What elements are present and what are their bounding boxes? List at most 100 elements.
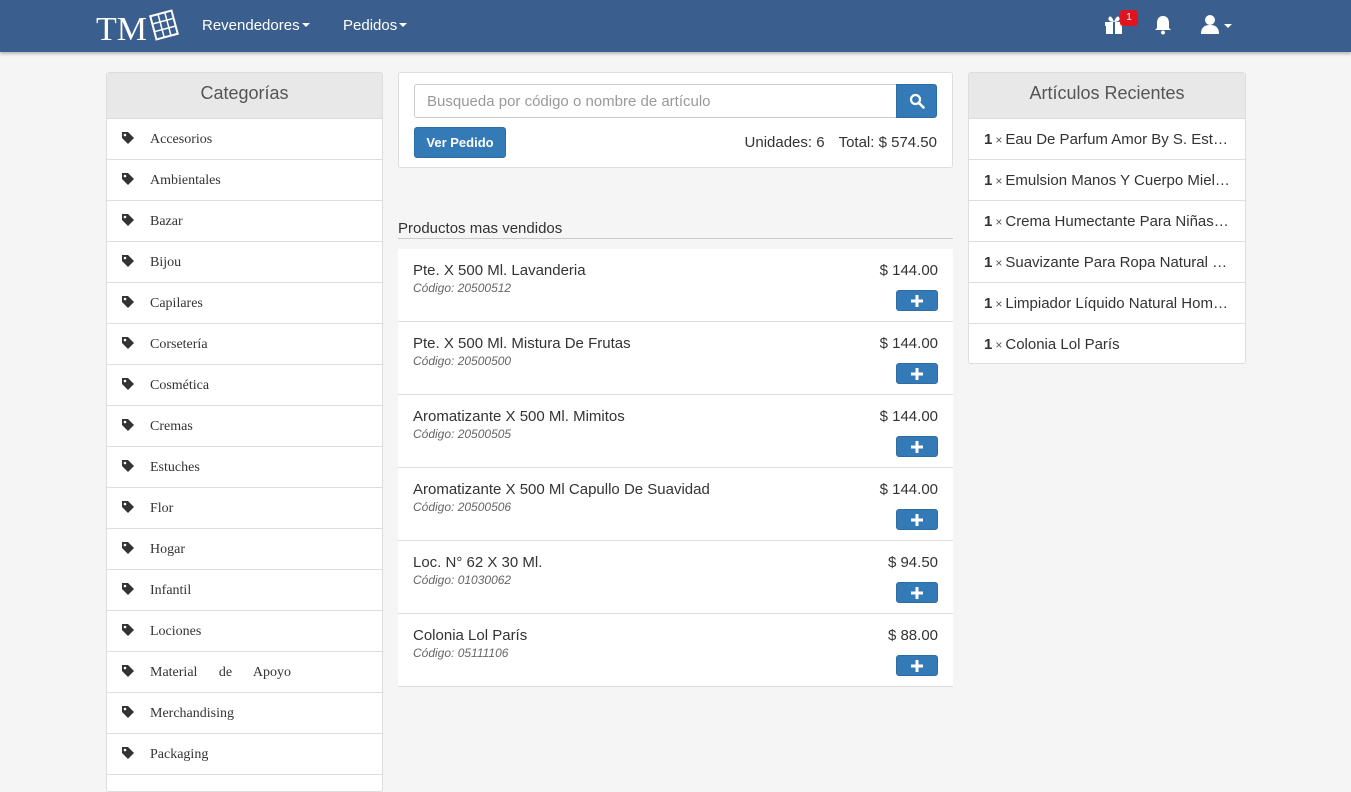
plus-icon: [911, 295, 923, 307]
product-name: Pte. X 500 Ml. Mistura De Frutas: [413, 335, 631, 352]
caret-down-icon: [1224, 24, 1232, 28]
add-to-order-button[interactable]: [896, 363, 938, 384]
category-label: Cremas: [150, 419, 193, 434]
category-item[interactable]: Estuches: [107, 447, 382, 488]
recent-item[interactable]: 1×Emulsion Manos Y Cuerpo Miel Y Avena: [969, 160, 1245, 201]
category-label: Packaging: [150, 747, 209, 762]
tag-icon: [121, 418, 135, 437]
search-input[interactable]: [414, 84, 897, 118]
product-price: $ 144.00: [879, 335, 938, 352]
category-item[interactable]: Cosmética: [107, 365, 382, 406]
plus-icon: [911, 441, 923, 453]
best-sellers-title: Productos mas vendidos: [398, 220, 953, 239]
bell-icon[interactable]: [1154, 15, 1172, 40]
plus-icon: [911, 660, 923, 672]
category-item[interactable]: Hogar: [107, 529, 382, 570]
tag-icon: [121, 664, 135, 683]
recent-item[interactable]: 1×Limpiador Líquido Natural Home Pisos: [969, 283, 1245, 324]
gift-count-badge: 1: [1120, 10, 1138, 26]
category-item[interactable]: Bazar: [107, 201, 382, 242]
product-code: Código: 05111106: [413, 646, 509, 660]
product-code: Código: 01030062: [413, 573, 512, 587]
search-button[interactable]: [896, 84, 937, 118]
recent-items-panel: Artículos Recientes 1 × Eau De Parfum Amor…: [968, 72, 1246, 364]
category-label: Flor: [150, 501, 174, 516]
tag-icon: [121, 500, 135, 519]
menu-pedidos[interactable]: Pedidos: [343, 17, 408, 35]
times-icon: ×: [995, 338, 1003, 352]
category-label: Corsetería: [150, 337, 208, 352]
plus-icon: [911, 587, 923, 599]
view-order-button[interactable]: Ver Pedido: [414, 127, 506, 158]
product-code: Código: 20500500: [413, 354, 512, 368]
category-item[interactable]: Bijou: [107, 242, 382, 283]
add-to-order-button[interactable]: [896, 436, 938, 457]
recent-item-name: Suavizante Para Ropa Natural Home: [1005, 254, 1232, 271]
category-item[interactable]: Infantil: [107, 570, 382, 611]
recent-item[interactable]: 1×Crema Humectante Para Niñas Frutilla: [969, 201, 1245, 242]
caret-down-icon: [301, 23, 310, 28]
tag-icon: [121, 295, 135, 314]
category-item[interactable]: Flor: [107, 488, 382, 529]
category-label: Bazar: [150, 214, 183, 229]
product-row: Aromatizante X 500 Ml Capullo De Suavida…: [398, 468, 953, 541]
category-label: Hogar: [150, 542, 185, 557]
product-name: Aromatizante X 500 Ml. Mimitos: [413, 408, 625, 425]
recent-item[interactable]: 1 × Suavizante Para Ropa Natural Home: [969, 242, 1245, 283]
category-item[interactable]: Packaging: [107, 734, 382, 775]
product-row: Pte. X 500 Ml. Lavanderia Código: 2050051…: [398, 249, 953, 322]
recent-item-qty: 1: [984, 131, 993, 148]
add-to-order-button[interactable]: [896, 582, 938, 603]
recent-item[interactable]: 1 × Eau De Parfum Amor By S. Estefanía: [969, 119, 1245, 160]
product-row: Loc. N° 62 X 30 Ml. Código: 01030062 $ 94.…: [398, 541, 953, 614]
plus-icon: [911, 368, 923, 380]
tag-icon: [121, 172, 135, 191]
category-item[interactable]: Lociones: [107, 611, 382, 652]
user-menu[interactable]: [1200, 14, 1232, 39]
times-icon: ×: [995, 256, 1003, 270]
add-to-order-button[interactable]: [896, 655, 938, 676]
categories-title: Categorías: [107, 73, 382, 119]
category-item[interactable]: Accesorios: [107, 119, 382, 160]
tag-icon: [121, 582, 135, 601]
product-price: $ 94.50: [887, 554, 938, 571]
category-item[interactable]: Capilares: [107, 283, 382, 324]
category-item[interactable]: Ambientales: [107, 160, 382, 201]
user-icon: [1201, 15, 1219, 34]
order-totals: Unidades: 6 Total: $ 574.50: [745, 134, 937, 151]
category-item[interactable]: Material de Apoyo: [107, 652, 382, 693]
product-name: Pte. X 500 Ml. Lavanderia: [413, 262, 586, 279]
product-name: Aromatizante X 500 Ml Capullo De Suavida…: [413, 481, 710, 498]
category-item[interactable]: Cremas: [107, 406, 382, 447]
search-icon: [909, 93, 925, 109]
product-row: Pte. X 500 Ml. Mistura De Frutas Código: …: [398, 322, 953, 395]
caret-down-icon: [399, 23, 408, 28]
category-item[interactable]: Corsetería: [107, 324, 382, 365]
top-navbar: TM Revendedores Pedidos 1: [0, 0, 1351, 52]
category-label: Accesorios: [150, 132, 213, 147]
product-row: Aromatizante X 500 Ml. Mimitos Código: 20…: [398, 395, 953, 468]
add-to-order-button[interactable]: [896, 509, 938, 530]
units-count: Unidades: 6: [744, 134, 825, 151]
times-icon: ×: [995, 133, 1003, 147]
product-price: $ 144.00: [879, 408, 938, 425]
svg-text:TM: TM: [96, 11, 147, 45]
tag-icon: [121, 459, 135, 478]
product-price: $ 144.00: [879, 481, 938, 498]
recent-item-qty: 1: [984, 254, 993, 271]
brand-logo[interactable]: TM: [95, 7, 181, 48]
times-icon: ×: [995, 174, 1003, 188]
recent-item-name: Colonia Lol París: [1005, 336, 1120, 353]
categories-list: Accesorios Ambientales Bazar Bijou Capilares…: [107, 119, 382, 775]
categories-panel: Categorías Accesorios Ambientales Bazar Bij…: [106, 72, 383, 792]
menu-revendedores[interactable]: Revendedores: [202, 17, 310, 35]
tag-icon: [121, 746, 135, 765]
add-to-order-button[interactable]: [896, 290, 938, 311]
recent-item[interactable]: 1 × Colonia Lol París: [969, 324, 1245, 365]
menu-pedidos-label: Pedidos: [343, 17, 398, 34]
category-label: Merchandising: [150, 706, 234, 721]
category-label: Bijou: [150, 255, 182, 270]
category-item[interactable]: Merchandising: [107, 693, 382, 734]
tag-icon: [121, 336, 135, 355]
tag-icon: [121, 541, 135, 560]
